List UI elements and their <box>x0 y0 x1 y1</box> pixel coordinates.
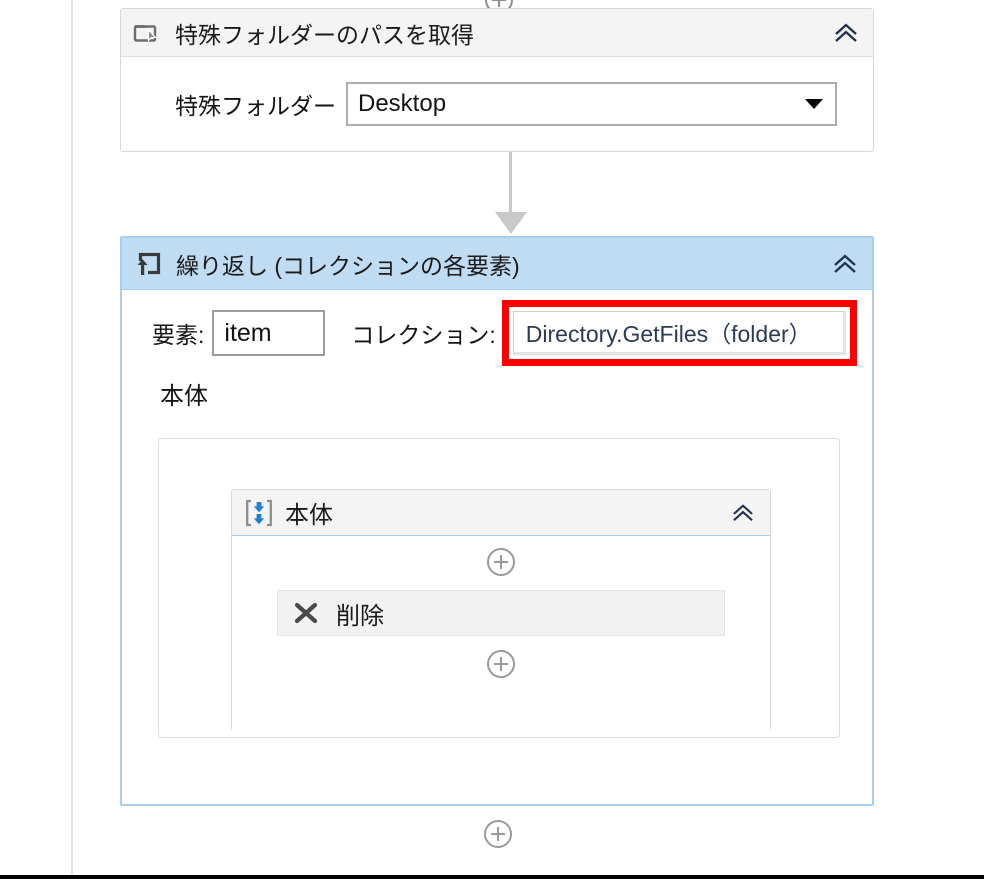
loop-parameters-row: 要素: item コレクション: Directory.GetFiles（fold… <box>122 290 872 366</box>
card-title: 特殊フォルダーのパスを取得 <box>175 21 474 48</box>
card-header: 特殊フォルダーのパスを取得 <box>121 9 873 57</box>
element-label: 要素: <box>152 322 205 348</box>
collection-label: コレクション: <box>351 322 496 348</box>
action-row-delete[interactable]: 削除 <box>277 590 725 636</box>
arrow-down-connector <box>495 152 527 234</box>
control-card-for-each-loop[interactable]: 繰り返し (コレクションの各要素) 要素: item コレクション: Direc… <box>120 236 874 806</box>
action-card-body[interactable]: 本体 削除 <box>231 489 771 731</box>
inner-card-title: 本体 <box>285 502 333 529</box>
folder-cursor-icon <box>133 20 163 46</box>
workflow-canvas: 特殊フォルダーのパスを取得 特殊フォルダー Desktop 繰り返し (コレクシ… <box>0 0 984 879</box>
special-folder-value: Desktop <box>358 90 447 117</box>
inner-card-header: 本体 <box>232 490 770 536</box>
body-section-label: 本体 <box>160 383 208 410</box>
connector-arrowhead <box>495 212 527 234</box>
loop-repeat-icon <box>134 249 164 279</box>
loop-card-title: 繰り返し (コレクションの各要素) <box>176 252 520 279</box>
plus-circle-icon-add-bottom[interactable] <box>484 820 512 848</box>
loop-body-container: 本体 削除 <box>158 438 840 738</box>
action-row-label: 削除 <box>336 602 384 630</box>
double-chevron-up-icon[interactable] <box>726 496 760 530</box>
plus-circle-icon-add-below[interactable] <box>487 650 515 678</box>
triangle-down-icon[interactable] <box>805 99 823 109</box>
card-body: 特殊フォルダー Desktop <box>121 57 873 151</box>
x-delete-icon <box>292 599 320 627</box>
inner-card-body: 削除 <box>232 536 770 731</box>
double-chevron-up-icon[interactable] <box>829 16 863 50</box>
collection-input[interactable]: Directory.GetFiles（folder） <box>512 311 846 355</box>
element-input[interactable]: item <box>212 310 326 356</box>
plus-circle-icon-add-above[interactable] <box>487 548 515 576</box>
special-folder-label: 特殊フォルダー <box>175 93 336 119</box>
loop-card-header: 繰り返し (コレクションの各要素) <box>122 238 872 290</box>
special-folder-dropdown[interactable]: Desktop <box>346 82 837 126</box>
collection-highlight-box: Directory.GetFiles（folder） <box>501 300 857 366</box>
double-chevron-up-icon[interactable] <box>828 247 862 281</box>
bracket-down-arrows-icon <box>244 498 274 528</box>
canvas-left-divider <box>71 0 73 875</box>
action-card-get-special-folder-path[interactable]: 特殊フォルダーのパスを取得 特殊フォルダー Desktop <box>120 8 874 152</box>
connector-line <box>509 152 512 216</box>
